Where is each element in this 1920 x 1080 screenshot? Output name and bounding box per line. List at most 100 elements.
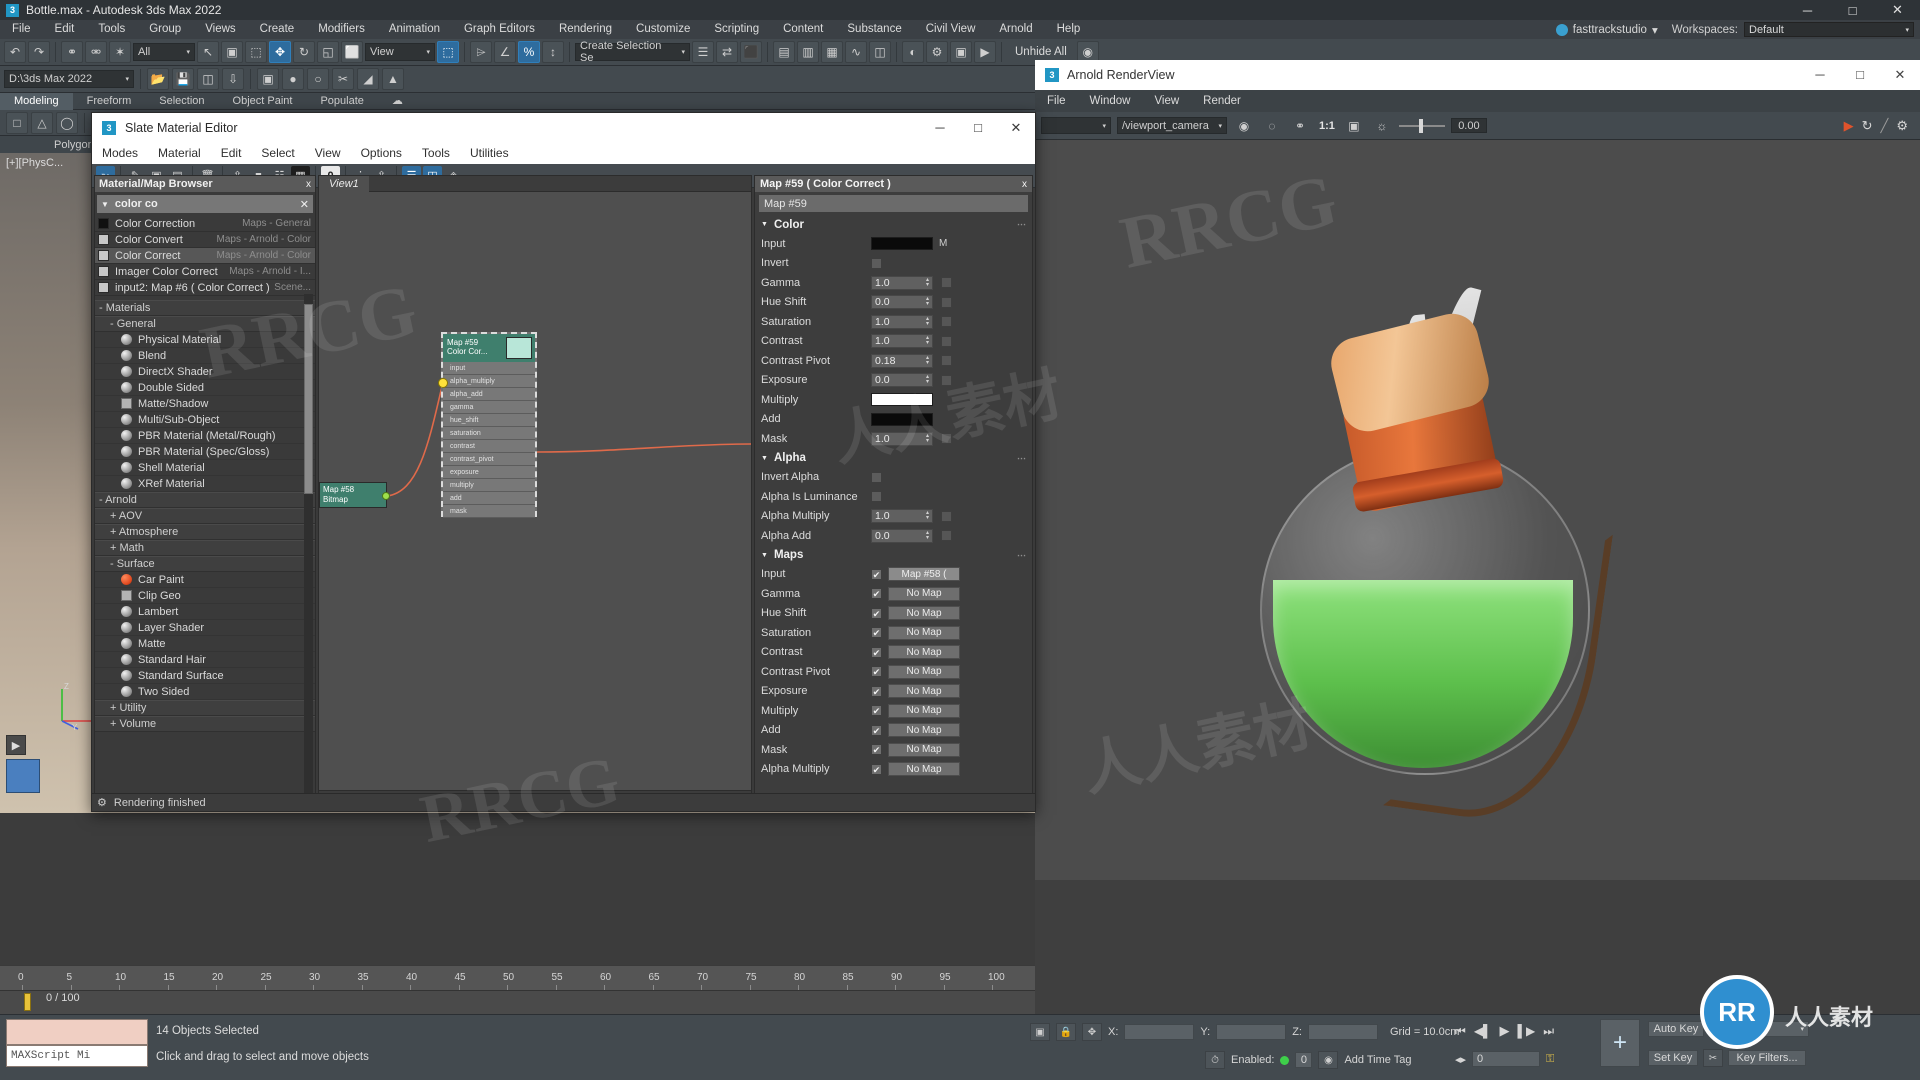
rollout-header-alpha[interactable]: ▼ Alpha ⋯ [755, 449, 1032, 468]
mmb-tree-item[interactable]: Clip Geo [95, 588, 315, 604]
map-name-input[interactable]: Map #59 [759, 195, 1028, 212]
maxscript-mini-listener[interactable]: MAXScript Mi [6, 1045, 148, 1067]
spinner-down-icon[interactable]: ▾ [926, 535, 929, 541]
no-image-icon[interactable]: ╱ [1881, 118, 1889, 134]
schematic-view-icon[interactable]: ◫ [869, 41, 891, 63]
spinner-down-icon[interactable]: ▾ [926, 379, 929, 385]
param-enable-checkbox[interactable]: ✔ [871, 646, 882, 658]
map-slot-button[interactable]: No Map [888, 625, 960, 640]
param-map-button[interactable] [941, 530, 952, 542]
menu-arnold[interactable]: Arnold [987, 20, 1044, 39]
goto-end-icon[interactable]: ⏭ [1543, 1024, 1554, 1039]
param-enable-checkbox[interactable]: ✔ [871, 627, 882, 639]
add-time-tag-icon[interactable]: ◉ [1318, 1051, 1339, 1069]
map-slot-button[interactable]: No Map [888, 664, 960, 679]
polygon-modeling-icon[interactable]: □ [6, 111, 28, 134]
node-input-port[interactable] [438, 378, 448, 388]
y-coord-field[interactable] [1216, 1024, 1287, 1040]
color-space-icon[interactable]: ⚭ [1289, 115, 1311, 137]
mmb-tree-item[interactable]: XRef Material [95, 476, 315, 492]
select-by-name-icon[interactable]: ▣ [221, 41, 243, 63]
select-and-move-icon[interactable]: ✥ [269, 41, 291, 63]
clear-search-icon[interactable]: ✕ [300, 198, 309, 211]
select-object-icon[interactable]: ↖ [197, 41, 219, 63]
time-slider-handle[interactable] [24, 993, 31, 1011]
node-row[interactable]: multiply [443, 479, 535, 492]
prev-frame-icon[interactable]: ◀▌ [1474, 1024, 1492, 1038]
spinner-down-icon[interactable]: ▾ [926, 438, 929, 444]
chevron-down-icon[interactable]: ▼ [761, 221, 768, 228]
edit-poly-icon[interactable]: △ [31, 111, 53, 134]
sme-menu-modes[interactable]: Modes [92, 142, 148, 164]
map-slot-button[interactable]: No Map [888, 723, 960, 738]
param-map-button[interactable] [941, 355, 952, 367]
container-icon[interactable]: ◫ [197, 68, 219, 90]
maximize-icon[interactable]: □ [959, 120, 997, 136]
project-path-select[interactable]: D:\3ds Max 2022 ▾ [4, 70, 134, 88]
time-tag-field[interactable]: 0 [1295, 1052, 1313, 1068]
user-account-button[interactable]: fasttrackstudio ▾ [1548, 23, 1666, 37]
key-mode-toggle-icon[interactable]: ⚿ [1546, 1053, 1554, 1066]
menu-edit[interactable]: Edit [43, 20, 87, 39]
unhide-all-button[interactable]: Unhide All [1007, 46, 1075, 58]
node-row[interactable]: contrast [443, 440, 535, 453]
mmb-tree-item[interactable]: Shell Material [95, 460, 315, 476]
param-enable-checkbox[interactable]: ✔ [871, 744, 882, 756]
node-map58-bitmap[interactable]: Map #58 Bitmap [319, 482, 387, 508]
x-coord-field[interactable] [1124, 1024, 1195, 1040]
viewport-color-swatch[interactable] [6, 759, 40, 793]
key-filters-button[interactable]: Key Filters... [1728, 1050, 1806, 1066]
layer-explorer-icon[interactable]: ▤ [773, 41, 795, 63]
ribbon-tab-selection[interactable]: Selection [145, 93, 218, 110]
graph-tab-view1[interactable]: View1 [319, 175, 369, 192]
mmb-tree-group[interactable]: + AOV [95, 508, 315, 524]
maxscript-listener-field[interactable] [6, 1019, 148, 1045]
curve-editor-icon[interactable]: ∿ [845, 41, 867, 63]
node-row[interactable]: exposure [443, 466, 535, 479]
param-enable-checkbox[interactable]: ✔ [871, 607, 882, 619]
mirror-icon[interactable]: ⇄ [716, 41, 738, 63]
import-icon[interactable]: ⇩ [222, 68, 244, 90]
slice-icon[interactable]: ◢ [357, 68, 379, 90]
map-slot-button[interactable]: No Map [888, 645, 960, 660]
mmb-tree-item[interactable]: Lambert [95, 604, 315, 620]
rollout-header-maps[interactable]: ▼ Maps ⋯ [755, 546, 1032, 565]
color-swatch[interactable] [871, 237, 933, 251]
exposure-slider[interactable] [1398, 118, 1445, 133]
bind-space-warp-icon[interactable]: ✶ [109, 41, 131, 63]
selection-lock-icon[interactable]: ▣ [1030, 1023, 1050, 1041]
next-frame-icon[interactable]: ▌▶ [1518, 1024, 1536, 1038]
param-map-button[interactable] [941, 335, 952, 347]
spinner-down-icon[interactable]: ▾ [926, 340, 929, 346]
mmb-tree-item[interactable]: Double Sided [95, 380, 315, 396]
map-slot-button[interactable]: No Map [888, 684, 960, 699]
sme-menu-tools[interactable]: Tools [412, 142, 460, 164]
map-slot-button[interactable]: No Map [888, 586, 960, 601]
spinner-down-icon[interactable]: ▾ [926, 301, 929, 307]
sme-menu-edit[interactable]: Edit [211, 142, 252, 164]
param-map-button[interactable] [941, 510, 952, 522]
map-slot-button[interactable]: No Map [888, 762, 960, 777]
close-icon[interactable]: ✕ [1880, 67, 1920, 83]
ribbon-tab-populate[interactable]: Populate [306, 93, 377, 110]
sme-menu-utilities[interactable]: Utilities [460, 142, 519, 164]
param-checkbox[interactable] [871, 257, 882, 269]
mmb-tree-group[interactable]: + Atmosphere [95, 524, 315, 540]
ribbon-tab-freeform[interactable]: Freeform [73, 93, 146, 110]
maximize-icon[interactable]: □ [1830, 0, 1875, 20]
pivot-point-icon[interactable]: ⬚ [437, 41, 459, 63]
node-row[interactable]: saturation [443, 427, 535, 440]
exposure-value-field[interactable]: 0.00 [1450, 118, 1487, 133]
undo-icon[interactable]: ↶ [4, 41, 26, 63]
param-enable-checkbox[interactable]: ✔ [871, 685, 882, 697]
menu-substance[interactable]: Substance [835, 20, 913, 39]
auto-key-button[interactable]: Auto Key [1648, 1021, 1704, 1037]
param-spinner[interactable]: 1.0 ▴ ▾ [871, 275, 933, 290]
sme-menu-view[interactable]: View [305, 142, 351, 164]
chevron-down-icon[interactable]: ▼ [761, 552, 768, 559]
spinner-down-icon[interactable]: ▾ [926, 282, 929, 288]
open-file-icon[interactable]: 📂 [147, 68, 169, 90]
mmb-tree-item[interactable]: DirectX Shader [95, 364, 315, 380]
param-enable-checkbox[interactable]: ✔ [871, 568, 882, 580]
param-enable-checkbox[interactable]: ✔ [871, 588, 882, 600]
